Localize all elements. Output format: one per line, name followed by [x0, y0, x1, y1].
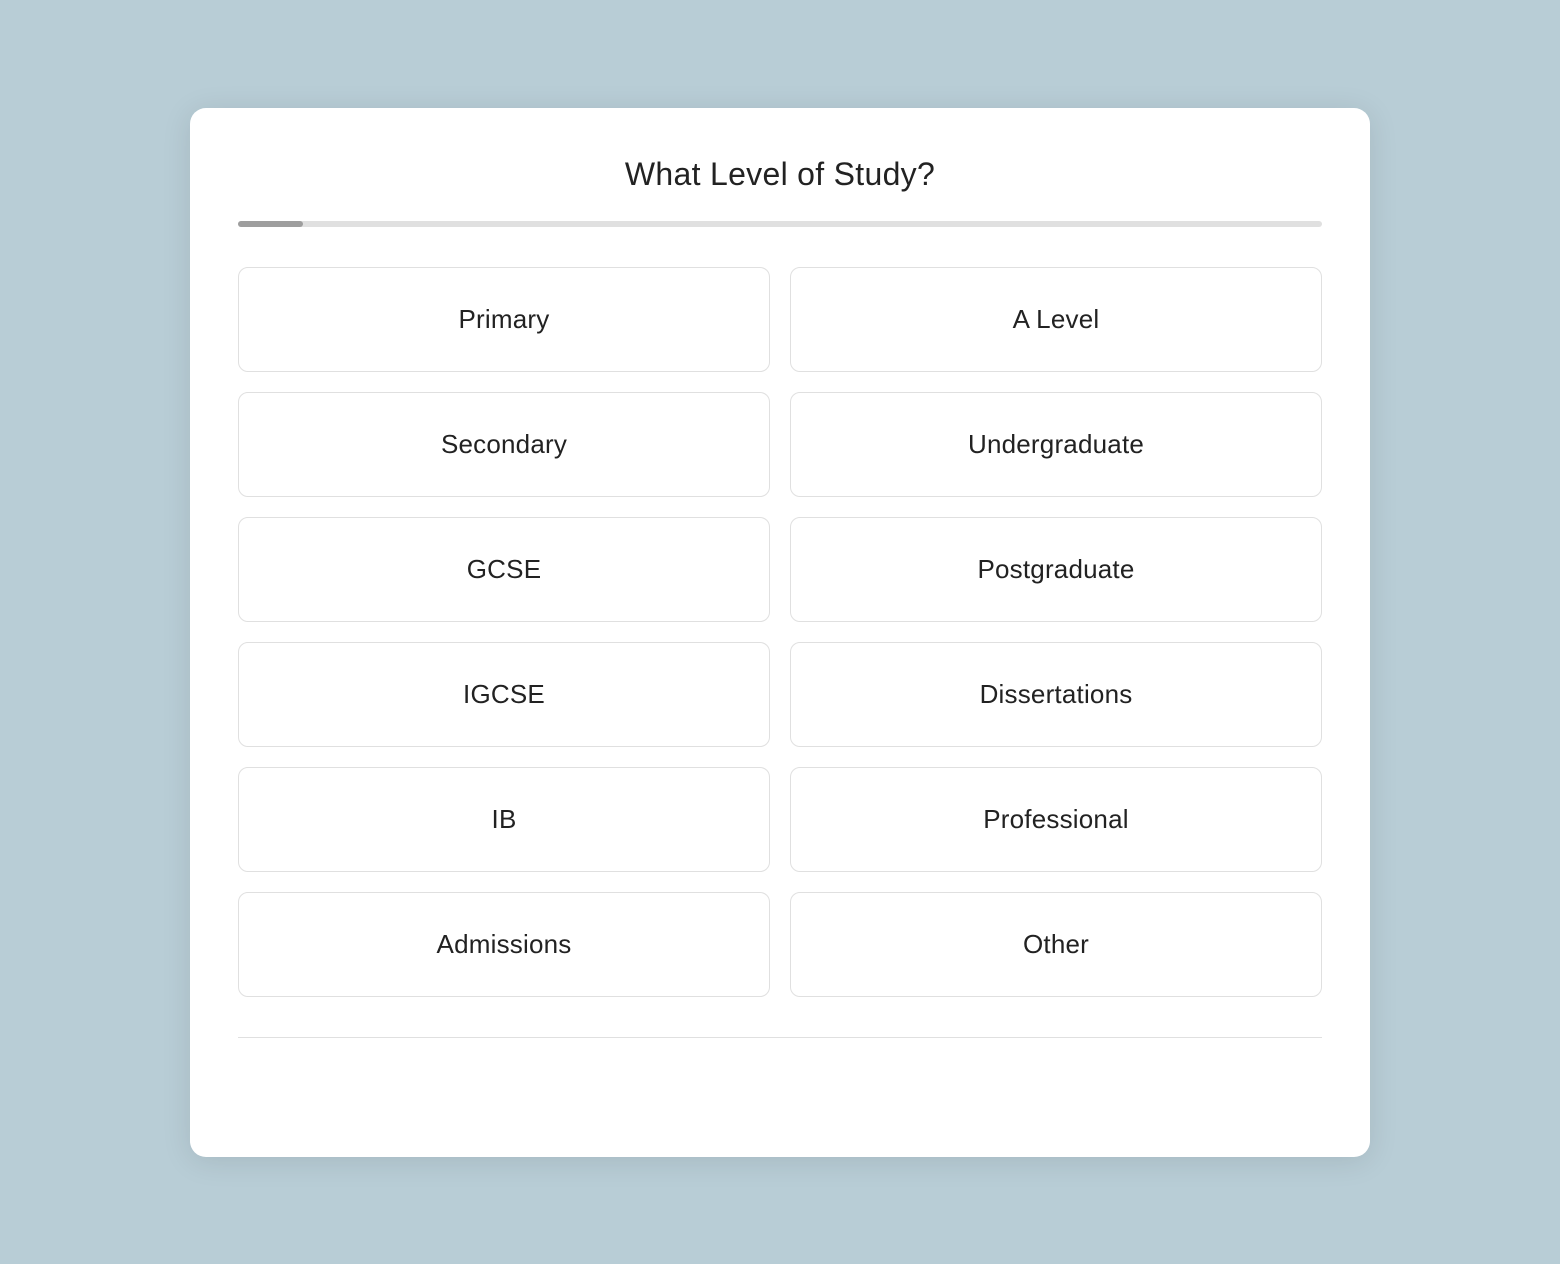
option-professional[interactable]: Professional [790, 767, 1322, 872]
options-grid: Primary A Level Secondary Undergraduate … [238, 267, 1322, 997]
option-igcse[interactable]: IGCSE [238, 642, 770, 747]
option-secondary[interactable]: Secondary [238, 392, 770, 497]
option-postgraduate[interactable]: Postgraduate [790, 517, 1322, 622]
option-undergraduate[interactable]: Undergraduate [790, 392, 1322, 497]
option-dissertations[interactable]: Dissertations [790, 642, 1322, 747]
bottom-bar [238, 1037, 1322, 1097]
option-a-level[interactable]: A Level [790, 267, 1322, 372]
study-level-modal: What Level of Study? Primary A Level Sec… [190, 108, 1370, 1157]
modal-title: What Level of Study? [238, 156, 1322, 193]
option-other[interactable]: Other [790, 892, 1322, 997]
option-admissions[interactable]: Admissions [238, 892, 770, 997]
option-primary[interactable]: Primary [238, 267, 770, 372]
option-ib[interactable]: IB [238, 767, 770, 872]
option-gcse[interactable]: GCSE [238, 517, 770, 622]
progress-bar-fill [238, 221, 303, 227]
progress-bar-container [238, 221, 1322, 227]
